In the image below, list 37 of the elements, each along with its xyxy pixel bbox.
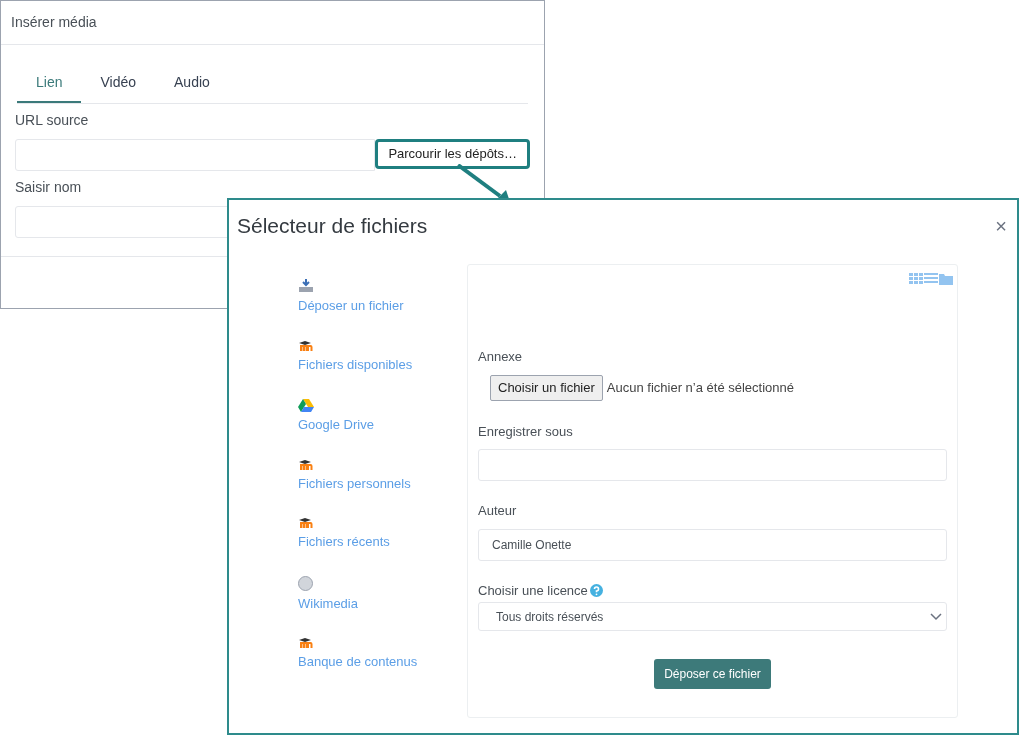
- help-icon[interactable]: [589, 583, 603, 597]
- upload-button[interactable]: Déposer ce fichier: [654, 659, 771, 689]
- triangle-drive-icon: [298, 398, 314, 412]
- globe-icon: [298, 575, 313, 591]
- no-file-text: Aucun fichier n’a été sélectionné: [606, 378, 794, 397]
- field-label: Saisir nom: [15, 178, 83, 197]
- repository-link[interactable]: Wikimedia: [298, 593, 358, 613]
- dialog-title: Sélecteur de fichiers: [237, 213, 428, 240]
- choose-file-button[interactable]: Choisir un fichier: [490, 374, 603, 401]
- tab[interactable]: Vidéo: [81, 63, 156, 103]
- url-field[interactable]: [15, 139, 376, 171]
- license-select[interactable]: Tous droits réservés: [478, 602, 947, 631]
- view-switch-icon[interactable]: [909, 273, 953, 285]
- field-label: Enregistrer sous: [478, 422, 574, 441]
- graduation-cap-m-icon: [298, 339, 314, 352]
- graduation-cap-m-icon: [298, 458, 314, 471]
- tab[interactable]: Lien: [17, 63, 82, 103]
- repository-link[interactable]: Banque de contenus: [298, 652, 418, 672]
- repository-link[interactable]: Google Drive: [298, 415, 374, 435]
- repository-link[interactable]: Fichiers disponibles: [298, 354, 413, 374]
- repository-link[interactable]: Déposer un fichier: [298, 296, 404, 316]
- author-field[interactable]: Camille Onette: [478, 528, 947, 561]
- field-label: URL source: [15, 111, 90, 130]
- field-label: Auteur: [478, 502, 518, 520]
- close-button[interactable]: ×: [995, 216, 1007, 236]
- field-label: Choisir une licence: [478, 581, 588, 600]
- repository-link[interactable]: Fichiers personnels: [298, 473, 411, 493]
- chevron-down-icon: [930, 612, 942, 621]
- save-as-field[interactable]: [478, 449, 947, 481]
- field-label: Annexe: [478, 348, 524, 366]
- repository-link[interactable]: Fichiers récents: [298, 532, 390, 552]
- dialog-title: Insérer média: [11, 13, 97, 32]
- graduation-cap-m-icon: [298, 517, 314, 529]
- graduation-cap-m-icon: [298, 637, 314, 649]
- tab[interactable]: Audio: [155, 63, 229, 103]
- upload-tray-icon: [298, 278, 314, 293]
- browse-button[interactable]: Parcourir les dépôts…: [375, 139, 530, 169]
